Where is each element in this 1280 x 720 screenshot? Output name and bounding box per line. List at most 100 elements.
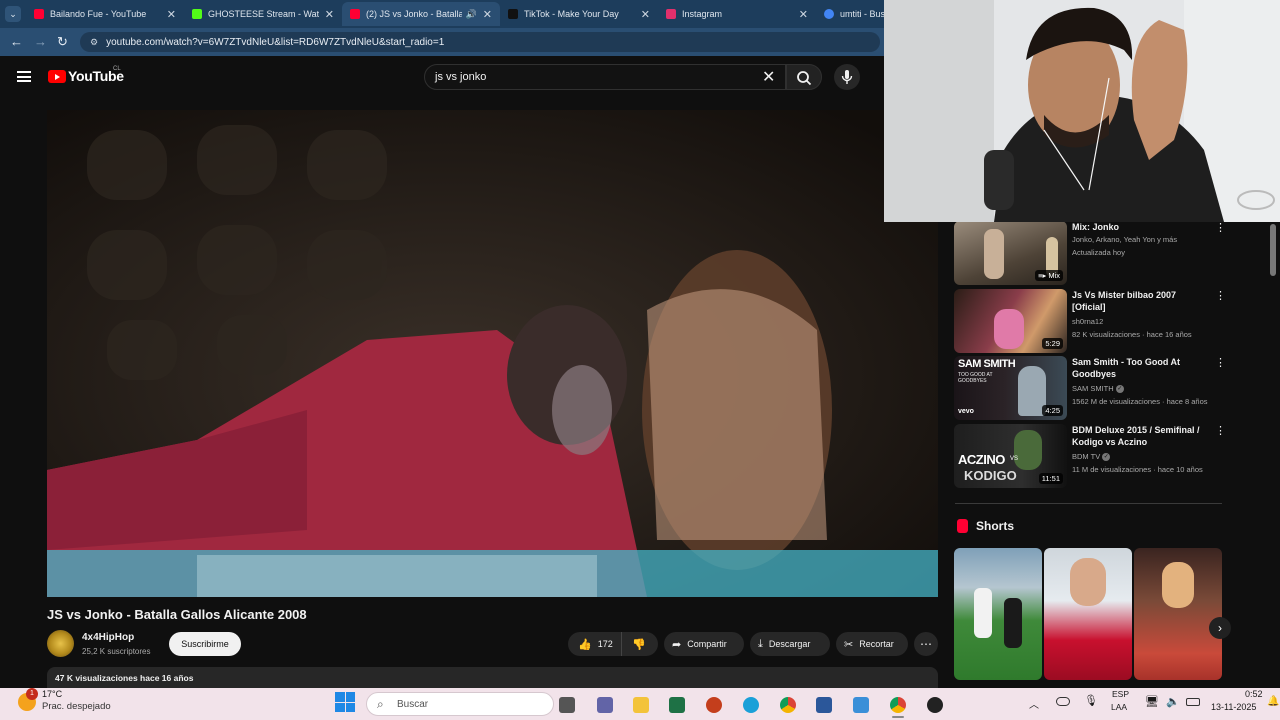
close-tab-icon[interactable]: ✕ bbox=[641, 8, 650, 21]
thumbnail-figure bbox=[974, 588, 992, 638]
video-thumbnail[interactable]: ACZINO VS KODIGO 11:51 bbox=[954, 424, 1067, 488]
shorts-heading: Shorts bbox=[976, 519, 1015, 533]
clock-date[interactable]: 13-11-2025 bbox=[1211, 702, 1256, 712]
channel-avatar[interactable] bbox=[47, 630, 74, 657]
tiktok-favicon-icon bbox=[508, 9, 518, 19]
video-thumbnail[interactable]: 5:29 bbox=[954, 289, 1067, 353]
share-button[interactable]: ➦ Compartir bbox=[664, 632, 744, 656]
word-icon[interactable] bbox=[816, 697, 832, 713]
more-vertical-icon[interactable]: ⋮ bbox=[1215, 356, 1226, 369]
teams-icon[interactable] bbox=[597, 697, 613, 713]
show-hidden-icons-icon[interactable]: ︿ bbox=[1029, 696, 1039, 711]
speaker-icon[interactable]: 🔊 bbox=[466, 9, 477, 20]
battery-icon[interactable] bbox=[1186, 698, 1200, 706]
channel-name[interactable]: 4x4HipHop bbox=[82, 632, 134, 643]
like-button[interactable]: 👍 172 bbox=[568, 632, 622, 656]
browser-tab[interactable]: Instagram ✕ bbox=[658, 2, 816, 26]
description-box[interactable]: 47 K visualizaciones hace 16 años bbox=[47, 667, 938, 689]
thumbnail-figure bbox=[1070, 558, 1106, 606]
clip-button[interactable]: ✂ Recortar bbox=[836, 632, 908, 656]
recommendation-item[interactable]: 5:29 Js Vs Mister bilbao 2007 [Oficial] … bbox=[954, 289, 1226, 353]
close-tab-icon[interactable]: ✕ bbox=[799, 8, 808, 21]
clear-search-icon[interactable]: ✕ bbox=[762, 67, 775, 87]
forward-arrow-icon[interactable]: → bbox=[34, 34, 47, 49]
short-thumbnail[interactable] bbox=[1134, 548, 1222, 680]
taskbar-search-input[interactable]: ⌕ Buscar bbox=[366, 692, 554, 716]
recommendation-title[interactable]: Js Vs Mister bilbao 2007 [Oficial] bbox=[1072, 289, 1204, 313]
short-thumbnail[interactable] bbox=[954, 548, 1042, 680]
kick-favicon-icon bbox=[192, 9, 202, 19]
browser-tab[interactable]: Bailando Fue - YouTube ✕ bbox=[26, 2, 184, 26]
wifi-icon[interactable]: 🖥 bbox=[1145, 695, 1159, 708]
address-bar[interactable]: ⚙ youtube.com/watch?v=6W7ZTvdNleU&list=R… bbox=[80, 32, 880, 52]
weather-description[interactable]: Prac. despejado bbox=[42, 701, 111, 712]
download-label: Descargar bbox=[768, 639, 811, 649]
chrome-icon[interactable] bbox=[780, 697, 796, 713]
video-player[interactable] bbox=[47, 110, 938, 597]
reload-icon[interactable]: ↻ bbox=[57, 34, 68, 50]
recommendation-item[interactable]: ≡▸ Mix Mix: Jonko Jonko, Arkano, Yeah Yo… bbox=[954, 221, 1226, 285]
search-input[interactable]: js vs jonko bbox=[424, 64, 786, 90]
excel-icon[interactable] bbox=[669, 697, 685, 713]
obs-icon[interactable] bbox=[927, 697, 943, 713]
recommendation-meta: 1562 M de visualizaciones · hace 8 años bbox=[1072, 397, 1208, 406]
powerpoint-icon[interactable] bbox=[706, 697, 722, 713]
weather-temperature[interactable]: 17°C bbox=[42, 689, 62, 699]
more-vertical-icon[interactable]: ⋮ bbox=[1215, 424, 1226, 437]
more-actions-button[interactable]: ⋯ bbox=[914, 632, 938, 656]
voice-search-button[interactable] bbox=[834, 64, 860, 90]
short-thumbnail[interactable] bbox=[1044, 548, 1132, 680]
site-info-icon[interactable]: ⚙ bbox=[90, 37, 98, 48]
thumbnail-figure bbox=[994, 309, 1024, 349]
recommendation-title[interactable]: BDM Deluxe 2015 / Semifinal / Kodigo vs … bbox=[1072, 424, 1204, 448]
snipping-tool-icon[interactable] bbox=[853, 697, 869, 713]
more-vertical-icon[interactable]: ⋮ bbox=[1215, 221, 1226, 234]
thumbnail-figure bbox=[1014, 430, 1042, 470]
search-button[interactable] bbox=[786, 64, 822, 90]
youtube-logo-icon[interactable] bbox=[48, 70, 66, 83]
edge-icon[interactable] bbox=[743, 697, 759, 713]
tab-list-button[interactable]: ⌄ bbox=[5, 6, 21, 22]
recommendation-title[interactable]: Mix: Jonko bbox=[1072, 221, 1204, 233]
language-indicator[interactable]: ESP bbox=[1112, 689, 1129, 699]
browser-tab[interactable]: GHOSTEESE Stream - Watch Liv ✕ bbox=[184, 2, 342, 26]
browser-tab[interactable]: TikTok - Make Your Day ✕ bbox=[500, 2, 658, 26]
recommendation-title[interactable]: Sam Smith - Too Good At Goodbyes bbox=[1072, 356, 1204, 380]
notifications-icon[interactable]: 🔔 bbox=[1267, 696, 1279, 707]
more-horizontal-icon: ⋯ bbox=[920, 637, 932, 651]
close-tab-icon[interactable]: ✕ bbox=[167, 8, 176, 21]
clock-time[interactable]: 0:52 bbox=[1245, 689, 1263, 699]
download-button[interactable]: ⤓ Descargar bbox=[750, 632, 830, 656]
thumbnail-title-text: ACZINO bbox=[958, 452, 1005, 467]
thumbnail-figure bbox=[1162, 562, 1194, 608]
video-thumbnail[interactable]: ≡▸ Mix bbox=[954, 221, 1067, 285]
chrome-profile-icon[interactable] bbox=[890, 697, 906, 713]
scrollbar-thumb[interactable] bbox=[1270, 224, 1276, 276]
close-tab-icon[interactable]: ✕ bbox=[325, 8, 334, 21]
subscribe-button[interactable]: Suscribirme bbox=[169, 632, 241, 656]
volume-icon[interactable]: 🔈 bbox=[1166, 695, 1180, 708]
close-tab-icon[interactable]: ✕ bbox=[483, 8, 492, 21]
back-arrow-icon[interactable]: ← bbox=[10, 34, 23, 49]
windows-start-icon[interactable] bbox=[335, 692, 355, 712]
onedrive-icon[interactable] bbox=[1056, 697, 1070, 706]
playlist-icon: ≡▸ bbox=[1038, 271, 1049, 280]
region-code: CL bbox=[113, 66, 121, 72]
active-app-indicator bbox=[892, 716, 904, 718]
video-thumbnail[interactable]: SAM SMITH TOO GOOD AT GOODBYES vevo 4:25 bbox=[954, 356, 1067, 420]
more-vertical-icon[interactable]: ⋮ bbox=[1215, 289, 1226, 302]
webcam-feed bbox=[884, 0, 1280, 222]
hamburger-menu-icon[interactable] bbox=[17, 71, 31, 82]
recommendation-item[interactable]: SAM SMITH TOO GOOD AT GOODBYES vevo 4:25… bbox=[954, 356, 1226, 420]
chevron-right-icon[interactable]: › bbox=[1209, 617, 1231, 639]
shorts-icon bbox=[957, 519, 968, 533]
file-explorer-icon[interactable] bbox=[633, 697, 649, 713]
recommendation-item[interactable]: ACZINO VS KODIGO 11:51 BDM Deluxe 2015 /… bbox=[954, 424, 1226, 488]
verified-icon: ✓ bbox=[1102, 453, 1111, 462]
browser-tab-active[interactable]: (2) JS vs Jonko - Batalla Gall 🔊 ✕ bbox=[342, 2, 500, 26]
dislike-button[interactable]: 👎 bbox=[622, 638, 646, 651]
microphone-icon[interactable]: 🎙 bbox=[1084, 694, 1098, 707]
thumbs-down-icon: 👎 bbox=[632, 638, 646, 651]
keyboard-layout-indicator[interactable]: LAA bbox=[1111, 702, 1127, 712]
task-view-icon[interactable] bbox=[559, 697, 575, 713]
